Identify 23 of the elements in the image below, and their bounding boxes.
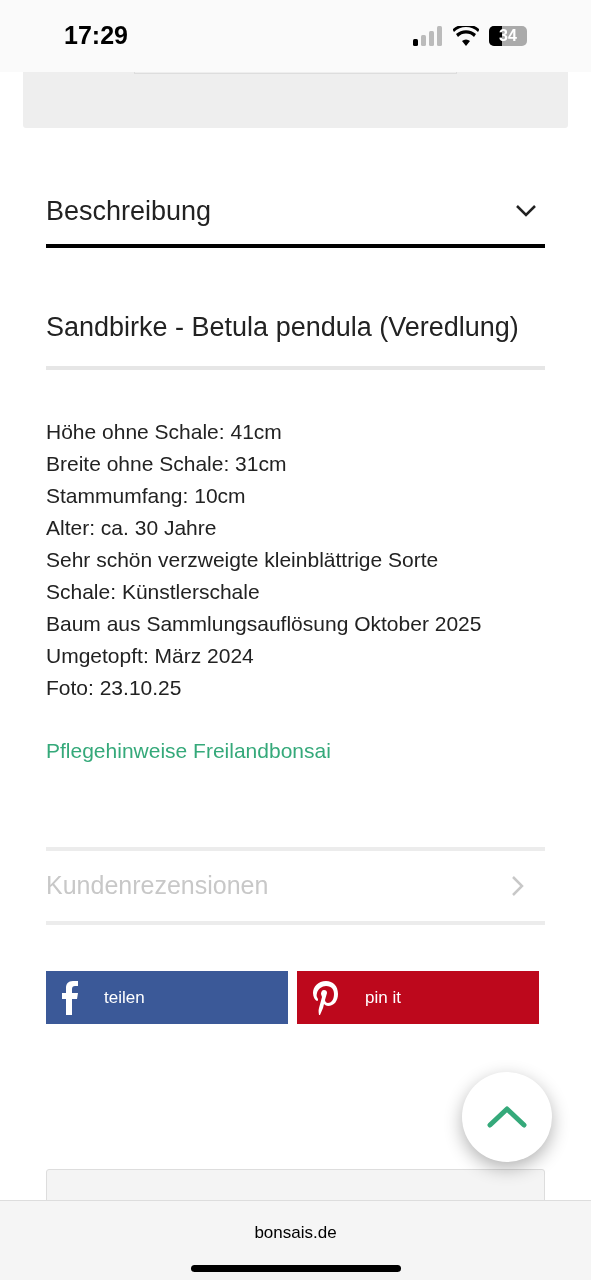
accordion-header[interactable]: Beschreibung [46,128,545,248]
share-button[interactable]: teilen [46,971,288,1024]
clock: 17:29 [64,20,128,52]
detail-line: Foto: 23.10.25 [46,675,183,701]
scroll-top-button[interactable] [462,1072,552,1162]
detail-line: Höhe ohne Schale: 41cm [46,419,283,445]
chevron-up-icon [487,1106,527,1128]
chevron-icon [515,204,537,218]
detail-line: Umgetopft: März 2024 [46,643,255,669]
detail-line: Stammumfang: 10cm [46,483,247,509]
wifi-icon [453,26,479,46]
product-title: Sandbirke - Betula pendula (Veredlung) [46,306,545,370]
url-label[interactable]: bonsais.de [254,1220,337,1246]
chevron-icon [511,875,525,897]
detail-line: Baum aus Sammlungsauflösung Oktober 2025 [46,611,483,637]
detail-line: Schale: Künstlerschale [46,579,261,605]
share-button[interactable]: pin it [297,971,539,1024]
detail-line: Alter: ca. 30 Jahre [46,515,218,541]
detail-line: Sehr schön verzweigte kleinblättrige Sorte [46,547,440,573]
detail-line: Breite ohne Schale: 31cm [46,451,288,477]
facebook-icon [62,980,78,1015]
pinterest-icon [313,980,339,1015]
signal-icon [413,26,443,46]
